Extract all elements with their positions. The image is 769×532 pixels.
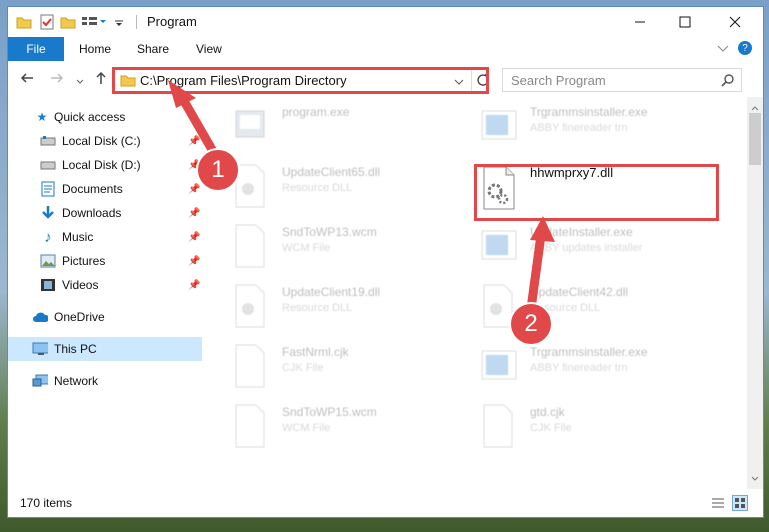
step-1-badge: 1 [196,148,240,192]
step-2-badge: 2 [509,302,553,346]
instruction-arrows [168,80,555,321]
